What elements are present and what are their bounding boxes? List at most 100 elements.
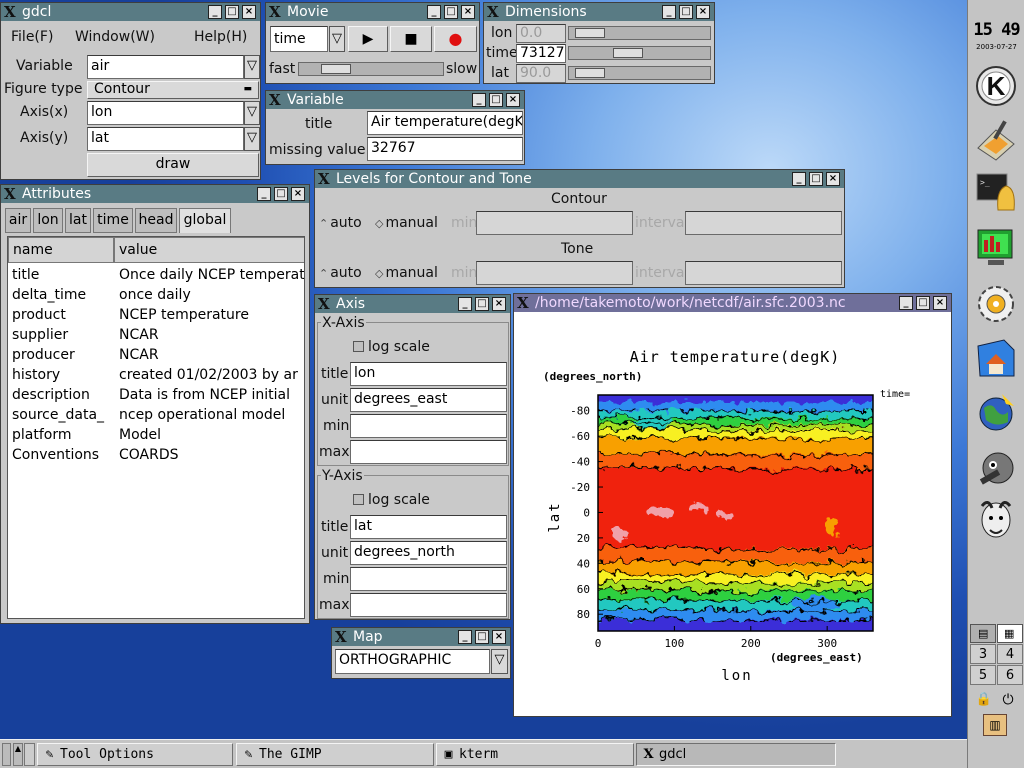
logout-icon[interactable]: ⏻ [998,692,1018,710]
movie-dimension-field[interactable]: time [270,26,328,52]
dim-lat-slider[interactable] [568,66,711,80]
axis-y-dropdown-icon[interactable]: ▽ [244,127,260,151]
slider-knob[interactable] [575,68,605,78]
col-header-value[interactable]: value [114,237,304,263]
dim-lon-slider[interactable] [568,26,711,40]
x-max-field[interactable] [350,440,507,464]
map-dropdown-icon[interactable]: ▽ [491,649,508,674]
col-header-name[interactable]: name [8,237,114,263]
k-menu-icon[interactable]: K [974,64,1018,108]
minimize-icon[interactable]: _ [257,187,271,201]
plot-titlebar[interactable]: X/home/takemoto/work/netcdf/air.sfc.2003… [514,294,951,312]
slider-knob[interactable] [575,28,605,38]
menu-file[interactable]: File(F) [11,28,53,46]
close-icon[interactable]: × [696,5,710,19]
axis-x-dropdown-icon[interactable]: ▽ [244,101,260,125]
tab-lat[interactable]: lat [65,208,91,233]
taskbar-scroll-icon[interactable] [24,743,35,766]
y-max-field[interactable] [350,593,507,617]
missing-value-field[interactable]: 32767 [367,137,523,161]
terminal-shell-icon[interactable]: >_ [974,170,1018,214]
menu-help[interactable]: Help(H) [194,28,247,46]
attributes-titlebar[interactable]: X Attributes _ □ × [1,185,309,203]
levels-titlebar[interactable]: X Levels for Contour and Tone _ □ × [315,170,844,188]
contour-auto-radio[interactable]: ⌃ auto [319,214,362,233]
tab-head[interactable]: head [135,208,177,233]
minimize-icon[interactable]: _ [792,172,806,186]
task-gdcl[interactable]: Xgdcl [636,743,836,766]
menu-window[interactable]: Window(W) [75,28,155,46]
task-kterm[interactable]: ▣ kterm [436,743,634,766]
minimize-icon[interactable]: _ [662,5,676,19]
maximize-icon[interactable]: □ [225,5,239,19]
axis-x-field[interactable]: lon [87,101,244,125]
dim-time-field[interactable]: 73127 [516,44,566,63]
gdcl-titlebar[interactable]: Xgdcl _ □ × [1,3,260,21]
close-icon[interactable]: × [826,172,840,186]
slider-knob[interactable] [321,64,351,74]
y-min-field[interactable] [350,567,507,591]
axis-titlebar[interactable]: X Axis _ □ × [315,295,510,313]
movie-dimension-dropdown-icon[interactable]: ▽ [329,26,345,52]
minimize-icon[interactable]: _ [899,296,913,310]
movie-titlebar[interactable]: X Movie _ □ × [266,3,479,21]
y-title-field[interactable]: lat [350,515,507,539]
maximize-icon[interactable]: □ [475,630,489,644]
close-icon[interactable]: × [933,296,947,310]
x-unit-field[interactable]: degrees_east [350,388,507,412]
minimize-icon[interactable]: _ [458,630,472,644]
variable-titlebar[interactable]: X Variable _ □ × [266,91,524,109]
minimize-icon[interactable]: _ [472,93,486,107]
y-log-scale-checkbox[interactable]: log scale [353,491,430,509]
clock[interactable]: 15 49 2003-07-27 [972,20,1021,64]
pager-desktop-1[interactable]: ▤ [970,624,996,643]
variable-field[interactable]: air [87,55,244,79]
tone-manual-radio[interactable]: ◇ manual [375,264,438,283]
slider-knob[interactable] [613,48,643,58]
record-button[interactable]: ● [434,26,477,52]
task-tool-options[interactable]: ✎ Tool Options [37,743,233,766]
close-icon[interactable]: × [461,5,475,19]
maximize-icon[interactable]: □ [809,172,823,186]
x-min-field[interactable] [350,414,507,438]
figure-type-menu[interactable]: Contour ▬ [87,81,259,99]
maximize-icon[interactable]: □ [679,5,693,19]
pager-desktop-6[interactable]: 6 [997,665,1023,685]
clipboard-icon[interactable]: ▥ [983,714,1007,736]
taskbar-menu-icon[interactable]: ▲ [13,743,23,766]
minimize-icon[interactable]: _ [458,297,472,311]
x-title-field[interactable]: lon [350,362,507,386]
tone-auto-radio[interactable]: ⌃ auto [319,264,362,283]
pager-desktop-2[interactable]: ▦ [997,624,1023,643]
map-titlebar[interactable]: X Map _ □ × [332,628,510,646]
maximize-icon[interactable]: □ [916,296,930,310]
pager-desktop-5[interactable]: 5 [970,665,996,685]
maximize-icon[interactable]: □ [444,5,458,19]
stop-button[interactable]: ■ [390,26,432,52]
close-icon[interactable]: × [291,187,305,201]
settings-gear-icon[interactable] [974,282,1018,326]
map-projection-field[interactable]: ORTHOGRAPHIC [335,649,490,674]
minimize-icon[interactable]: _ [427,5,441,19]
lock-icon[interactable]: 🔒 [974,692,994,710]
y-unit-field[interactable]: degrees_north [350,541,507,565]
tab-lon[interactable]: lon [33,208,63,233]
var-title-field[interactable]: Air temperature(degK) [367,111,523,135]
close-icon[interactable]: × [492,630,506,644]
web-browser-icon[interactable] [974,390,1018,434]
maximize-icon[interactable]: □ [475,297,489,311]
pager-desktop-3[interactable]: 3 [970,644,996,664]
gimp-icon[interactable] [974,444,1018,488]
minimize-icon[interactable]: _ [208,5,222,19]
tab-global[interactable]: global [179,208,231,233]
speed-slider[interactable] [298,62,444,76]
close-icon[interactable]: × [242,5,256,19]
maximize-icon[interactable]: □ [274,187,288,201]
taskbar-scroll-handle[interactable] [2,743,11,766]
editor-icon[interactable] [974,118,1018,162]
variable-dropdown-icon[interactable]: ▽ [244,55,260,79]
home-folder-icon[interactable] [974,336,1018,380]
play-button[interactable]: ▶ [348,26,388,52]
tab-time[interactable]: time [93,208,133,233]
pager-desktop-4[interactable]: 4 [997,644,1023,664]
